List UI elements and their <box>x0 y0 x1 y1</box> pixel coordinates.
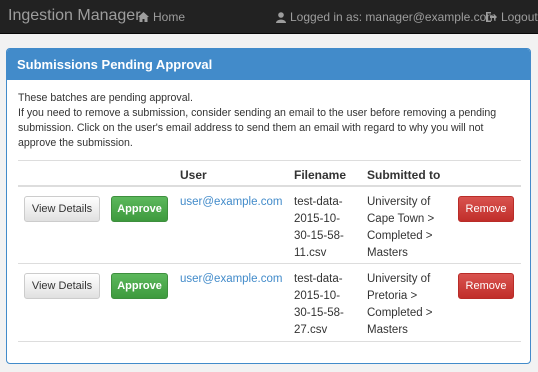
intro-line-1: These batches are pending approval. <box>18 92 193 104</box>
user-email-link[interactable]: user@example.com <box>180 194 282 211</box>
approve-button[interactable]: Approve <box>111 196 168 222</box>
logout-link[interactable]: Logout <box>486 10 538 24</box>
filename-line: 2015-10- <box>294 213 341 225</box>
submitted-to-cell: University of Pretoria > Completed > Mas… <box>367 271 447 339</box>
destination-line: Completed > <box>367 307 433 319</box>
header-submitted-to: Submitted to <box>367 168 441 182</box>
user-label: Logged in as: manager@example.com <box>290 10 497 24</box>
home-label: Home <box>153 10 186 24</box>
destination-line: University of <box>367 273 431 285</box>
destination-line: Masters <box>367 324 408 336</box>
destination-line: Pretoria > <box>367 290 418 302</box>
remove-button[interactable]: Remove <box>458 196 514 222</box>
logout-icon <box>486 12 497 22</box>
view-details-button[interactable]: View Details <box>24 273 100 299</box>
filename-line: 30-15-58- <box>294 230 344 242</box>
filename-line: test-data- <box>294 273 343 285</box>
filename-line: 11.csv <box>294 247 327 259</box>
table-row: View Details Approve user@example.com te… <box>18 187 521 264</box>
destination-line: Masters <box>367 247 408 259</box>
table-row: View Details Approve user@example.com te… <box>18 264 521 342</box>
approve-button[interactable]: Approve <box>111 273 168 299</box>
intro-line-2: If you need to remove a submission, cons… <box>18 107 497 149</box>
filename-line: 2015-10- <box>294 290 341 302</box>
home-link[interactable]: Home <box>138 10 185 24</box>
navbar: Ingestion Manager Home Logged in as: man… <box>0 0 538 34</box>
submissions-table: User Filename Submitted to View Details … <box>18 160 521 342</box>
submitted-to-cell: University of Cape Town > Completed > Ma… <box>367 194 447 262</box>
intro-text: These batches are pending approval. If y… <box>18 91 519 151</box>
header-filename: Filename <box>294 168 347 182</box>
filename-line: 27.csv <box>294 324 328 336</box>
destination-line: University of <box>367 196 431 208</box>
user-email-link[interactable]: user@example.com <box>180 271 282 288</box>
logged-in-user: Logged in as: manager@example.com <box>276 10 496 24</box>
brand-link[interactable]: Ingestion Manager <box>8 7 141 25</box>
panel-body: These batches are pending approval. If y… <box>7 80 530 342</box>
pending-approval-panel: Submissions Pending Approval These batch… <box>6 48 531 364</box>
filename-line: 30-15-58- <box>294 307 344 319</box>
remove-button[interactable]: Remove <box>458 273 514 299</box>
panel-title: Submissions Pending Approval <box>7 49 530 80</box>
table-header: User Filename Submitted to <box>18 160 521 187</box>
filename-line: test-data- <box>294 196 343 208</box>
user-icon <box>276 11 286 23</box>
destination-line: Cape Town > <box>367 213 435 225</box>
header-user: User <box>180 168 207 182</box>
destination-line: Completed > <box>367 230 433 242</box>
filename-cell: test-data- 2015-10- 30-15-58- 27.csv <box>294 271 356 339</box>
view-details-button[interactable]: View Details <box>24 196 100 222</box>
logout-label: Logout <box>501 10 538 24</box>
filename-cell: test-data- 2015-10- 30-15-58- 11.csv <box>294 194 356 262</box>
home-icon <box>138 12 149 22</box>
